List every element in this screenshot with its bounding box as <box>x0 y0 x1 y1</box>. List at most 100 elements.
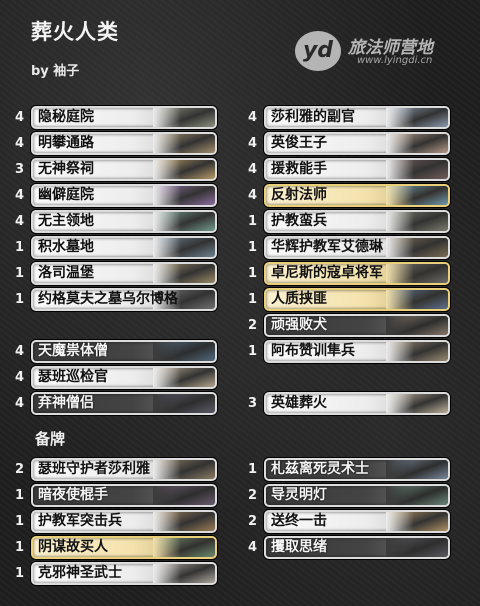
card-bar[interactable]: 无主领地 <box>31 209 217 233</box>
card-bar[interactable]: 护教蛮兵 <box>264 209 450 233</box>
card-row[interactable]: 2 顽强败犬 <box>248 312 450 338</box>
card-row[interactable]: 4 英俊王子 <box>248 130 450 156</box>
card-bar[interactable]: 英雄葬火 <box>264 391 450 415</box>
card-row[interactable]: 1 卓尼斯的寇卓将军 <box>248 260 450 286</box>
card-bar[interactable]: 无神祭祠 <box>31 157 217 181</box>
card-name: 援救能手 <box>271 160 327 177</box>
card-count: 4 <box>15 187 25 203</box>
card-bar[interactable]: 隐秘庭院 <box>31 105 217 129</box>
card-bar[interactable]: 瑟班守护者莎利雅 <box>31 457 217 481</box>
card-name: 攫取思绪 <box>271 538 327 555</box>
card-art-thumbnail <box>386 263 448 283</box>
card-row[interactable]: 4 反射法师 <box>248 182 450 208</box>
card-bar[interactable]: 莎利雅的副官 <box>264 105 450 129</box>
card-count: 1 <box>15 291 25 307</box>
card-bar[interactable]: 送终一击 <box>264 509 450 533</box>
card-row[interactable]: 4 攫取思绪 <box>248 534 450 560</box>
card-count: 1 <box>248 291 258 307</box>
card-art-thumbnail <box>153 393 215 413</box>
card-art-thumbnail <box>153 211 215 231</box>
card-row[interactable]: 2 送终一击 <box>248 508 450 534</box>
card-count: 4 <box>248 161 258 177</box>
card-row[interactable]: 4 天魔祟体僧 <box>15 338 217 364</box>
card-row[interactable]: 4 瑟班巡检官 <box>15 364 217 390</box>
card-row[interactable]: 1 阴谋故买人 <box>15 534 217 560</box>
card-art-thumbnail <box>386 107 448 127</box>
card-name: 克邪神圣武士 <box>38 564 122 581</box>
card-bar[interactable]: 攫取思绪 <box>264 535 450 559</box>
card-name: 阴谋故买人 <box>38 538 108 555</box>
card-bar[interactable]: 幽僻庭院 <box>31 183 217 207</box>
card-art-thumbnail <box>153 159 215 179</box>
card-row[interactable]: 3 无神祭祠 <box>15 156 217 182</box>
card-bar[interactable]: 援救能手 <box>264 157 450 181</box>
card-bar[interactable]: 洛司温堡 <box>31 261 217 285</box>
logo-mark: yd <box>295 31 341 71</box>
card-name: 卓尼斯的寇卓将军 <box>271 264 383 281</box>
card-count: 4 <box>15 135 25 151</box>
card-art-thumbnail <box>386 315 448 335</box>
card-art-thumbnail <box>386 133 448 153</box>
card-row[interactable]: 1 洛司温堡 <box>15 260 217 286</box>
card-bar[interactable]: 札兹离死灵术士 <box>264 457 450 481</box>
card-art-thumbnail <box>386 511 448 531</box>
card-art-thumbnail <box>386 341 448 361</box>
card-bar[interactable]: 暗夜使棍手 <box>31 483 217 507</box>
card-count: 3 <box>248 395 258 411</box>
card-name: 莎利雅的副官 <box>271 108 355 125</box>
card-row[interactable]: 1 克邪神圣武士 <box>15 560 217 586</box>
card-row[interactable]: 4 无主领地 <box>15 208 217 234</box>
card-art-thumbnail <box>153 107 215 127</box>
card-art-thumbnail <box>386 237 448 257</box>
deck-author: by 袖子 <box>31 64 80 79</box>
card-bar[interactable]: 阴谋故买人 <box>31 535 217 559</box>
card-bar[interactable]: 人质挟匪 <box>264 287 450 311</box>
card-bar[interactable]: 卓尼斯的寇卓将军 <box>264 261 450 285</box>
card-art-thumbnail <box>386 485 448 505</box>
card-bar[interactable]: 克邪神圣武士 <box>31 561 217 585</box>
card-bar[interactable]: 弃神僧侣 <box>31 391 217 415</box>
card-bar[interactable]: 顽强败犬 <box>264 313 450 337</box>
card-bar[interactable]: 反射法师 <box>264 183 450 207</box>
card-row[interactable]: 1 阿布赞训隼兵 <box>248 338 450 364</box>
card-count: 4 <box>248 135 258 151</box>
card-name: 英雄葬火 <box>271 394 327 411</box>
card-count: 1 <box>15 239 25 255</box>
card-row[interactable]: 1 约格莫夫之墓乌尔博格 <box>15 286 217 312</box>
card-count: 1 <box>15 539 25 555</box>
card-row[interactable]: 3 英雄葬火 <box>248 390 450 416</box>
card-row[interactable]: 2 导灵明灯 <box>248 482 450 508</box>
site-logo: yd 旅法师营地 www.lyingdi.cn <box>295 31 465 71</box>
card-count: 1 <box>248 213 258 229</box>
card-art-thumbnail <box>153 133 215 153</box>
card-row[interactable]: 4 明攀通路 <box>15 130 217 156</box>
card-bar[interactable]: 护教军突击兵 <box>31 509 217 533</box>
card-bar[interactable]: 英俊王子 <box>264 131 450 155</box>
card-row[interactable]: 1 札兹离死灵术士 <box>248 456 450 482</box>
card-row[interactable]: 1 积水墓地 <box>15 234 217 260</box>
card-bar[interactable]: 瑟班巡检官 <box>31 365 217 389</box>
card-name: 天魔祟体僧 <box>38 342 108 359</box>
card-art-thumbnail <box>386 211 448 231</box>
card-row[interactable]: 4 隐秘庭院 <box>15 104 217 130</box>
card-bar[interactable]: 阿布赞训隼兵 <box>264 339 450 363</box>
card-row[interactable]: 4 莎利雅的副官 <box>248 104 450 130</box>
card-row[interactable]: 4 幽僻庭院 <box>15 182 217 208</box>
card-row[interactable]: 1 护教军突击兵 <box>15 508 217 534</box>
card-bar[interactable]: 导灵明灯 <box>264 483 450 507</box>
card-bar[interactable]: 天魔祟体僧 <box>31 339 217 363</box>
card-bar[interactable]: 明攀通路 <box>31 131 217 155</box>
card-bar[interactable]: 约格莫夫之墓乌尔博格 <box>31 287 217 311</box>
card-art-thumbnail <box>153 511 215 531</box>
card-row[interactable]: 1 暗夜使棍手 <box>15 482 217 508</box>
card-row[interactable]: 1 华辉护教军艾德琳 <box>248 234 450 260</box>
card-row[interactable]: 1 人质挟匪 <box>248 286 450 312</box>
card-row[interactable]: 2 瑟班守护者莎利雅 <box>15 456 217 482</box>
card-row[interactable]: 4 弃神僧侣 <box>15 390 217 416</box>
card-name: 导灵明灯 <box>271 486 327 503</box>
card-count: 1 <box>15 565 25 581</box>
card-bar[interactable]: 积水墓地 <box>31 235 217 259</box>
card-row[interactable]: 1 护教蛮兵 <box>248 208 450 234</box>
card-row[interactable]: 4 援救能手 <box>248 156 450 182</box>
card-bar[interactable]: 华辉护教军艾德琳 <box>264 235 450 259</box>
